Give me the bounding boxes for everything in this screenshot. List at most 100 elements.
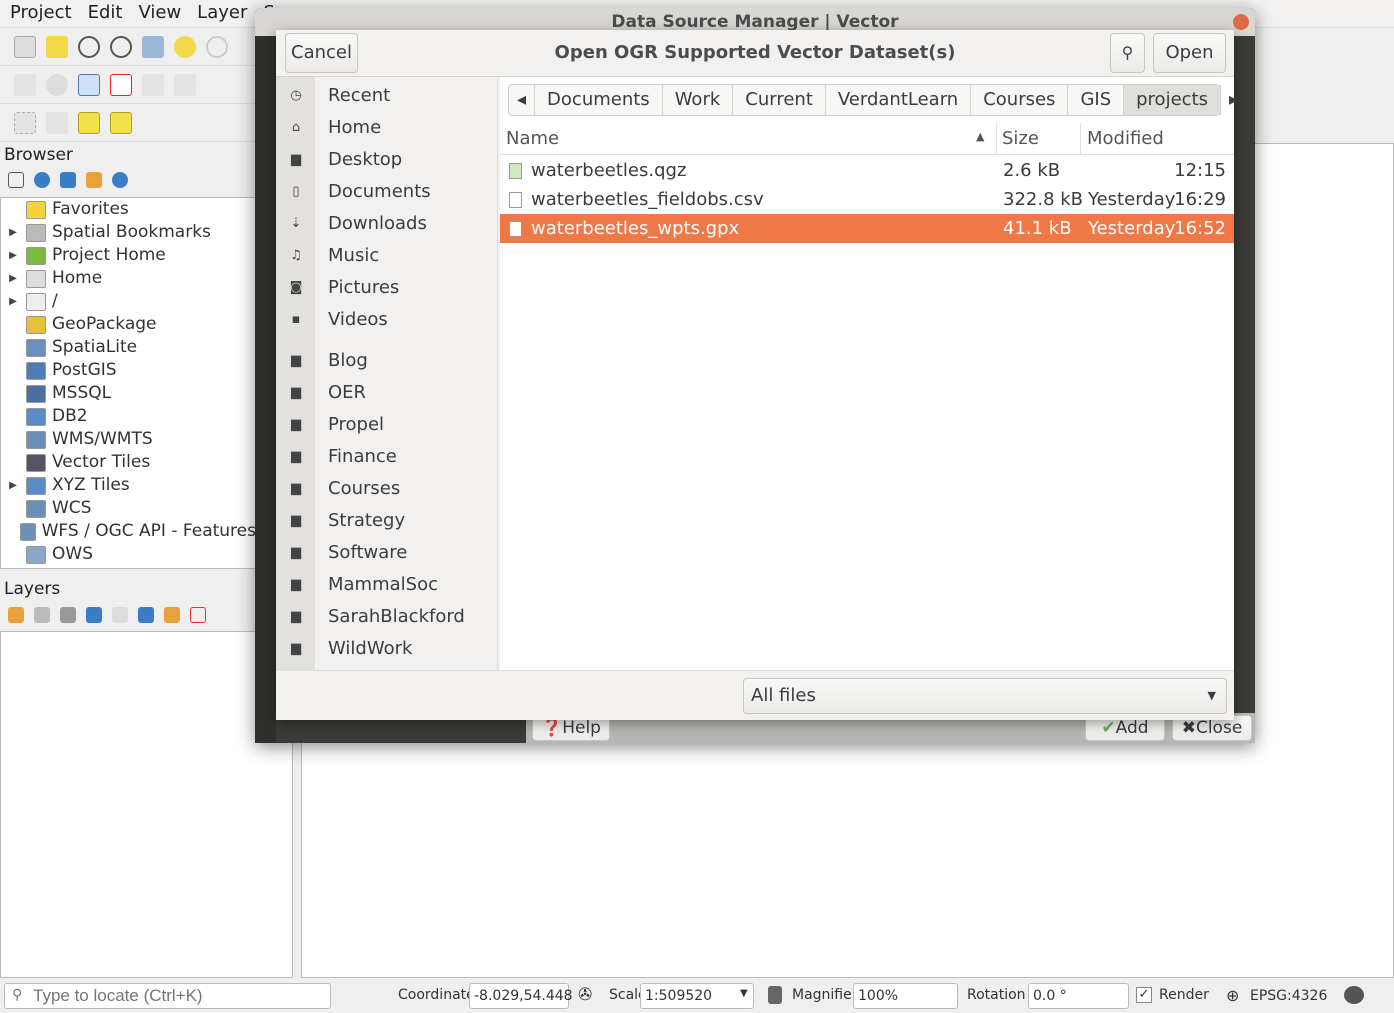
globe-icon[interactable]: ⊕ <box>1226 986 1239 1005</box>
zoom-in-icon[interactable] <box>78 35 100 58</box>
browser-item[interactable]: WFS / OGC API - Features <box>0 520 256 543</box>
layers-tree[interactable] <box>0 631 293 978</box>
place-documents[interactable]: ▯ Documents <box>276 176 498 208</box>
info-icon[interactable] <box>112 172 128 188</box>
browser-item[interactable]: ▶ Spatial Bookmarks <box>0 221 256 244</box>
dsm-source-list[interactable] <box>255 36 276 743</box>
menu-project[interactable]: Project <box>10 0 72 27</box>
pan-to-selection-icon[interactable] <box>46 35 68 58</box>
browser-item[interactable]: WCS <box>0 497 256 520</box>
expand-arrow-icon[interactable]: ▶ <box>0 474 26 497</box>
diagram-icon[interactable] <box>46 73 68 96</box>
expand-arrow-icon[interactable]: ▶ <box>0 290 26 313</box>
bookmark-item[interactable]: ▆ WildWork <box>276 633 498 665</box>
scale-combo[interactable]: 1:509520 <box>640 983 754 1009</box>
bookmark-item[interactable]: ▆ SarahBlackford <box>276 601 498 633</box>
label-icon[interactable] <box>14 73 36 96</box>
browser-item[interactable]: DB2 <box>0 405 256 428</box>
filter-legend-icon[interactable] <box>86 607 102 623</box>
search-button[interactable]: ⚲ <box>1110 33 1145 73</box>
place-desktop[interactable]: ▆ Desktop <box>276 144 498 176</box>
visibility-icon[interactable] <box>60 607 76 623</box>
browser-item[interactable]: PostGIS <box>0 359 256 382</box>
filter-expression-icon[interactable] <box>112 607 128 623</box>
show-hide-label-icon[interactable] <box>174 73 196 96</box>
place-pictures[interactable]: ◙ Pictures <box>276 272 498 304</box>
refresh-icon[interactable] <box>34 172 50 188</box>
zoom-out-icon[interactable] <box>110 35 132 58</box>
place-music[interactable]: ♫ Music <box>276 240 498 272</box>
path-segment[interactable]: Current <box>733 85 826 115</box>
path-left-arrow-icon[interactable]: ◂ <box>509 85 536 115</box>
bookmark-item[interactable]: ▆ Software <box>276 537 498 569</box>
browser-item[interactable]: ▶ / <box>0 290 256 313</box>
lock-icon[interactable] <box>768 986 782 1004</box>
column-size[interactable]: Size <box>1002 128 1039 149</box>
expand-arrow-icon[interactable]: ▶ <box>0 267 26 290</box>
browser-item[interactable]: GeoPackage <box>0 313 256 336</box>
path-segment[interactable]: Documents <box>535 85 663 115</box>
filter-icon[interactable] <box>60 172 76 188</box>
pin-label-icon[interactable] <box>78 73 100 96</box>
crs-button[interactable]: EPSG:4326 <box>1250 988 1327 1004</box>
browser-item[interactable]: MSSQL <box>0 382 256 405</box>
chevron-down-icon[interactable]: ▼ <box>740 988 748 999</box>
browser-item[interactable]: ▶ Home <box>0 267 256 290</box>
highlight-label-icon[interactable] <box>110 73 132 96</box>
path-segment[interactable]: Courses <box>971 85 1069 115</box>
browser-item[interactable]: ▶ Project Home <box>0 244 256 267</box>
path-right-arrow-icon[interactable]: ▸ <box>1221 85 1246 115</box>
menu-edit[interactable]: Edit <box>88 0 123 27</box>
messages-icon[interactable] <box>1344 986 1364 1004</box>
bookmark-item[interactable]: ▆ Finance <box>276 441 498 473</box>
place-videos[interactable]: ▪ Videos <box>276 304 498 336</box>
place-downloads[interactable]: ⇣ Downloads <box>276 208 498 240</box>
zoom-full-icon[interactable] <box>142 35 164 58</box>
zoom-selection-icon[interactable] <box>174 35 196 58</box>
select-features-icon[interactable] <box>14 111 36 134</box>
place-recent[interactable]: ◷ Recent <box>276 80 498 112</box>
pan-icon[interactable] <box>14 35 36 58</box>
browser-item[interactable]: Vector Tiles <box>0 451 256 474</box>
close-window-icon[interactable] <box>1233 14 1249 30</box>
attribute-table-icon[interactable] <box>46 111 68 134</box>
coordinate-field[interactable]: -8.029,54.448 <box>469 983 573 1009</box>
open-button[interactable]: Open <box>1153 33 1226 73</box>
path-segment[interactable]: Work <box>663 85 734 115</box>
locate-input[interactable] <box>4 983 331 1009</box>
bookmark-item[interactable]: ▆ MammalSoc <box>276 569 498 601</box>
file-row[interactable]: waterbeetles_fieldobs.csv 322.8 kB Yesterd… <box>500 185 1234 214</box>
browser-item[interactable]: ▶ XYZ Tiles <box>0 474 256 497</box>
menu-view[interactable]: View <box>138 0 181 27</box>
browser-item[interactable]: WMS/WMTS <box>0 428 256 451</box>
menu-layer[interactable]: Layer <box>197 0 247 27</box>
path-segment[interactable]: GIS <box>1068 85 1125 115</box>
bookmark-item[interactable]: ▆ Blog <box>276 345 498 377</box>
mouse-icon[interactable]: ✇ <box>578 985 592 1005</box>
column-name[interactable]: Name <box>506 128 559 149</box>
file-row[interactable]: waterbeetles_wpts.gpx 41.1 kB Yesterday 16:… <box>500 214 1234 243</box>
add-group-icon[interactable] <box>34 607 50 623</box>
path-segment[interactable]: projects <box>1124 85 1221 115</box>
place-home[interactable]: ⌂ Home <box>276 112 498 144</box>
expand-arrow-icon[interactable]: ▶ <box>0 244 26 267</box>
render-checkbox[interactable]: ✓ <box>1136 987 1152 1003</box>
magnifier-spinbox[interactable]: 100% <box>853 983 958 1009</box>
browser-item[interactable]: OWS <box>0 543 256 566</box>
deselect-icon[interactable] <box>78 111 100 134</box>
move-label-icon[interactable] <box>142 73 164 96</box>
expand-arrow-icon[interactable]: ▶ <box>0 221 26 244</box>
remove-layer-icon[interactable] <box>190 607 206 623</box>
select-location-icon[interactable] <box>110 111 132 134</box>
collapse-all-icon[interactable] <box>86 172 102 188</box>
column-modified[interactable]: Modified <box>1087 128 1164 149</box>
collapse-all-layers-icon[interactable] <box>164 607 180 623</box>
bookmark-item[interactable]: ▆ Strategy <box>276 505 498 537</box>
zoom-layer-icon[interactable] <box>206 35 228 58</box>
path-segment[interactable]: VerdantLearn <box>826 85 972 115</box>
file-filter-combo[interactable]: All files ▼ <box>743 678 1227 714</box>
file-row[interactable]: waterbeetles.qgz 2.6 kB 12:15 <box>500 156 1234 185</box>
browser-item[interactable]: Favorites <box>0 198 256 221</box>
add-selected-icon[interactable] <box>8 172 24 188</box>
bookmark-item[interactable]: ▆ Propel <box>276 409 498 441</box>
